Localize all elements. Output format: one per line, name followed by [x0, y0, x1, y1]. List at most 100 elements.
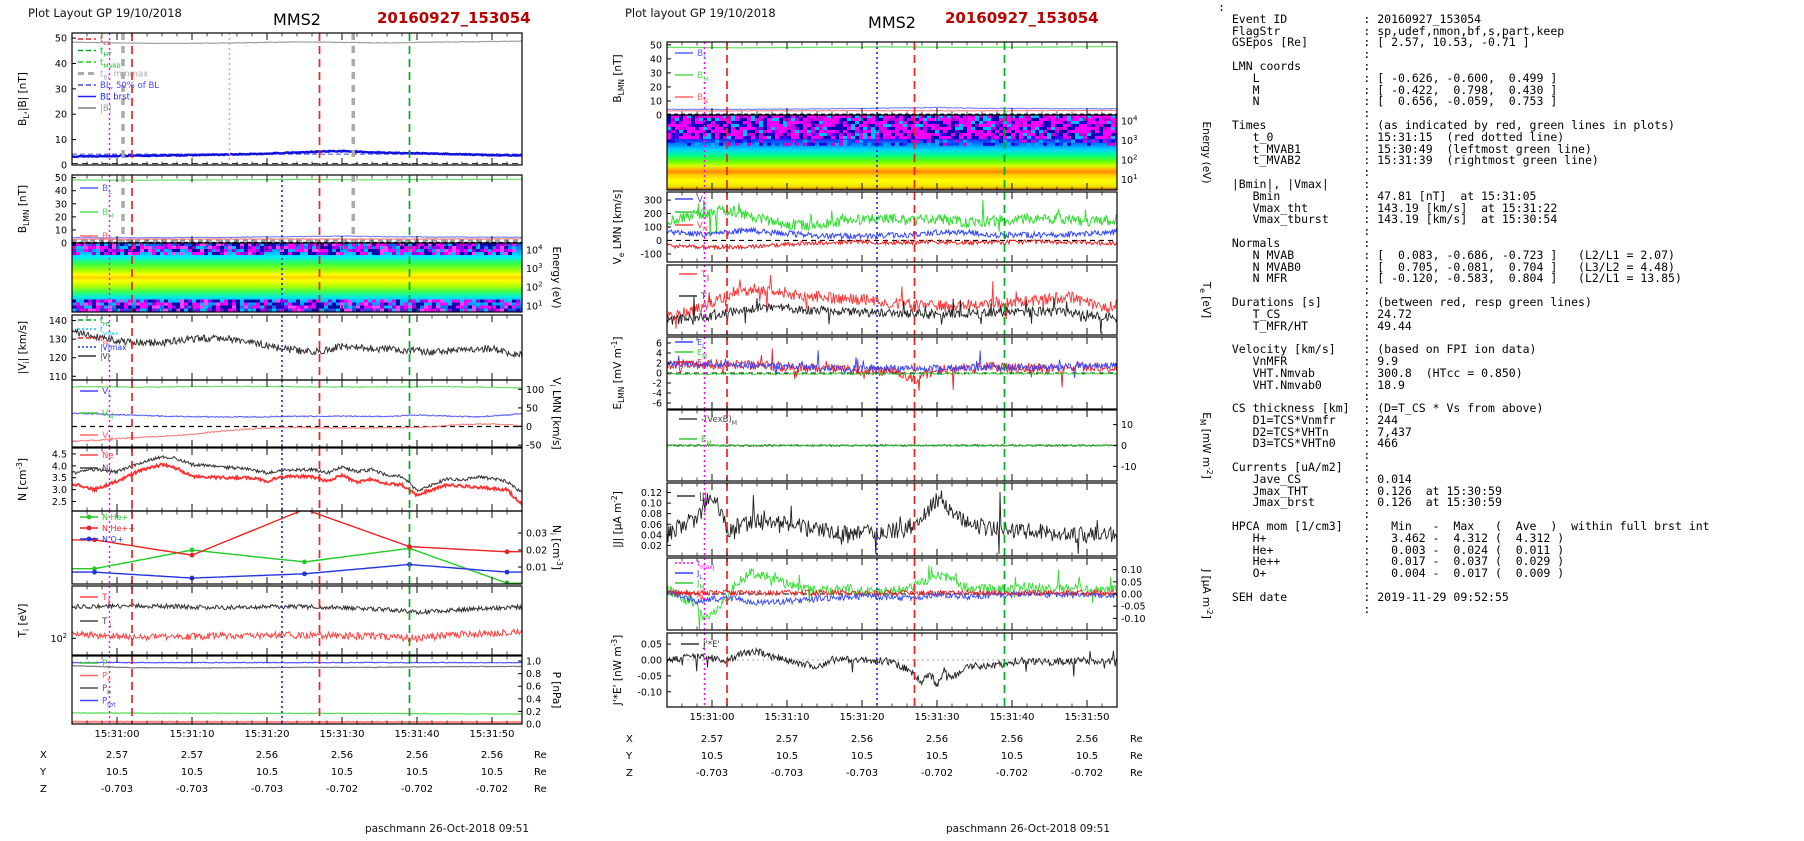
svg-text:Re: Re — [534, 784, 547, 795]
svg-text:BL: BL — [102, 184, 112, 196]
svg-text:100: 100 — [526, 385, 544, 396]
panel-b-lmn: 01020304050BLMN [nT]BLBMBN — [612, 40, 1118, 122]
svg-text:10.5: 10.5 — [1001, 751, 1023, 762]
svg-text:2.57: 2.57 — [106, 750, 128, 761]
svg-text:Te [eV]: Te [eV] — [1198, 281, 1212, 318]
figure-middle: 01020304050BLMN [nT]BLBMBN104103102101 En… — [610, 40, 1214, 779]
svg-text:Pi: Pi — [102, 659, 109, 671]
svg-text:Ti [eV]: Ti [eV] — [17, 604, 31, 639]
panel-electron-temperature: Te [eV]T∥T⊥ — [666, 264, 1212, 336]
info-panel-text: : Event ID : 20160927_153054 FlagStr : s… — [1218, 0, 1710, 616]
svg-text:102: 102 — [51, 632, 67, 645]
svg-text:200: 200 — [644, 209, 662, 220]
panel-bl-b-magnitude: 01020304050BL,|B| [nT]tcstHTtMVABtBL min… — [17, 32, 523, 172]
svg-text:-0.702: -0.702 — [401, 784, 433, 795]
svg-text:4.5: 4.5 — [52, 449, 67, 460]
svg-text:0.08: 0.08 — [641, 509, 662, 520]
svg-text:0: 0 — [656, 369, 662, 380]
svg-text:0.2: 0.2 — [526, 707, 541, 718]
svg-text:Pb: Pb — [102, 684, 111, 696]
svg-text:102: 102 — [1121, 154, 1137, 167]
svg-text:30: 30 — [650, 68, 662, 79]
svg-text:Y: Y — [625, 751, 633, 762]
svg-text:-10: -10 — [1121, 462, 1137, 473]
svg-text:0.00: 0.00 — [1121, 590, 1142, 601]
svg-text:-0.702: -0.702 — [921, 768, 953, 779]
svg-text:2.56: 2.56 — [406, 750, 428, 761]
svg-text:10.5: 10.5 — [256, 767, 278, 778]
svg-text:|V|: |V| — [100, 352, 110, 361]
svg-text:N O+: N O+ — [102, 535, 124, 544]
svg-text:Re: Re — [534, 750, 547, 761]
svg-text:0.4: 0.4 — [526, 694, 541, 705]
svg-text:30: 30 — [55, 199, 67, 210]
svg-text:N [cm-3]: N [cm-3] — [15, 458, 29, 501]
svg-text:104: 104 — [526, 243, 542, 256]
svg-text:-0.703: -0.703 — [846, 768, 878, 779]
svg-text:0.02: 0.02 — [526, 546, 547, 557]
svg-text:-0.10: -0.10 — [637, 687, 662, 698]
panel-minor-ion-density: 0.01 0.02 0.03 Ni [cm-3] N He+ N He++ N O+ — [71, 510, 564, 585]
svg-text:10.5: 10.5 — [1076, 751, 1098, 762]
svg-text:50: 50 — [55, 173, 67, 184]
svg-text:BLMN [nT]: BLMN [nT] — [612, 54, 626, 102]
svg-text:tBL minmax: tBL minmax — [100, 70, 148, 82]
svg-text:0.00: 0.00 — [641, 655, 662, 666]
svg-text:100: 100 — [644, 223, 662, 234]
svg-text:Ni: Ni — [102, 464, 111, 474]
svg-text:10.5: 10.5 — [406, 767, 428, 778]
svg-text:15:31:30: 15:31:30 — [320, 729, 365, 740]
svg-text:0.03: 0.03 — [526, 529, 547, 540]
middle-figure-footer: paschmann 26-Oct-2018 09:51 — [945, 823, 1110, 835]
svg-text:-0.702: -0.702 — [996, 768, 1028, 779]
svg-text:0: 0 — [526, 422, 532, 433]
svg-text:BLMN [nT]: BLMN [nT] — [17, 185, 31, 233]
panel-b-lmn: 01020304050BLMN [nT]BLBMBN — [17, 173, 523, 250]
svg-text:15:31:30: 15:31:30 — [915, 712, 960, 723]
panel-current-magnitude: 0.020.040.060.080.100.12 |J| [μA m-2] |J| — [610, 482, 1118, 557]
svg-text:20: 20 — [55, 212, 67, 223]
svg-text:0: 0 — [1121, 441, 1127, 452]
svg-text:30: 30 — [55, 84, 67, 95]
svg-text:10: 10 — [55, 135, 67, 146]
svg-text:-0.703: -0.703 — [176, 784, 208, 795]
svg-text:|J|: |J| — [699, 492, 707, 502]
svg-text:1.0: 1.0 — [526, 657, 541, 668]
svg-text:ELMN [mV m-1]: ELMN [mV m-1] — [610, 336, 626, 409]
svg-text:3.5: 3.5 — [52, 473, 67, 484]
svg-text:2.56: 2.56 — [926, 734, 948, 745]
svg-text:40: 40 — [55, 59, 67, 70]
svg-text:10.5: 10.5 — [926, 751, 948, 762]
svg-text:Energy (eV): Energy (eV) — [550, 247, 562, 309]
svg-text:|Vi| [km/s]: |Vi| [km/s] — [17, 321, 31, 374]
svg-text:VM: VM — [102, 409, 114, 421]
svg-text:15:31:50: 15:31:50 — [1065, 712, 1110, 723]
svg-text:2.56: 2.56 — [256, 750, 278, 761]
panel-electron-velocity-lmn: -1000100200300Ve LMN [km/s] VLVMVN — [612, 190, 1118, 264]
svg-text:2.5: 2.5 — [52, 497, 67, 508]
svg-text:50: 50 — [526, 403, 538, 414]
svg-text:-50: -50 — [526, 441, 542, 452]
svg-text:120: 120 — [49, 353, 67, 364]
svg-text:10.5: 10.5 — [481, 767, 503, 778]
svg-text:15:31:20: 15:31:20 — [840, 712, 885, 723]
panel-ion-temperature: 102 Ti [eV] T∥ T⊥ — [17, 585, 523, 656]
svg-text:-0.702: -0.702 — [1071, 768, 1103, 779]
svg-text:BL brst: BL brst — [100, 93, 131, 103]
svg-text:N He+: N He+ — [102, 513, 128, 522]
svg-text:VL: VL — [102, 387, 112, 399]
svg-text:-0.702: -0.702 — [326, 784, 358, 795]
svg-text:130: 130 — [49, 335, 67, 346]
svg-text:|B|: |B| — [100, 104, 112, 114]
svg-text:4.0: 4.0 — [52, 461, 67, 472]
svg-text:10: 10 — [650, 96, 662, 107]
svg-text:40: 40 — [650, 54, 662, 65]
svg-text:BL,|B| [nT]: BL,|B| [nT] — [17, 72, 31, 126]
svg-text:Z: Z — [626, 768, 633, 779]
svg-text:Ptot: Ptot — [102, 697, 116, 709]
panel-current-lmn: -0.10-0.050.000.050.10 J [μA m-2]tmaxJJLJ… — [666, 557, 1214, 631]
svg-text:4: 4 — [656, 349, 662, 360]
panel-electron-energy-spectrogram: 104 103 102 101 Energy (eV) — [666, 114, 1212, 191]
svg-text:|J| [μA m-2]: |J| [μA m-2] — [610, 491, 624, 548]
svg-text:2.57: 2.57 — [701, 734, 723, 745]
